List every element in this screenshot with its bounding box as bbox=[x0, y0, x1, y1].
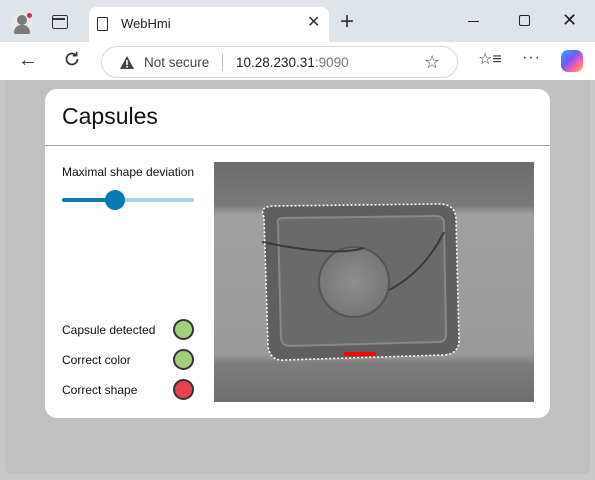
shape-deviation-slider[interactable] bbox=[62, 189, 194, 211]
status-label: Capsule detected bbox=[62, 323, 156, 337]
reload-button[interactable] bbox=[63, 50, 81, 68]
url-host: 10.28.230.31 bbox=[236, 55, 315, 70]
favorites-icon[interactable]: ☆≡ bbox=[478, 51, 502, 69]
url-text[interactable]: 10.28.230.31:9090 bbox=[236, 55, 349, 70]
copilot-icon[interactable] bbox=[561, 50, 583, 72]
more-menu-icon[interactable]: ··· bbox=[522, 49, 541, 67]
tab-title: WebHmi bbox=[121, 16, 171, 31]
favorite-star-icon[interactable]: ☆ bbox=[424, 52, 440, 72]
slider-thumb[interactable] bbox=[105, 190, 125, 210]
tab-close-icon[interactable]: ✕ bbox=[307, 13, 320, 33]
tab-actions-icon[interactable] bbox=[52, 15, 68, 29]
address-separator bbox=[222, 54, 223, 71]
capsules-card: Capsules Maximal shape deviation Capsule… bbox=[45, 89, 550, 418]
capsule-camera-view bbox=[214, 162, 534, 402]
back-button[interactable]: ← bbox=[18, 50, 38, 70]
browser-tab-webhmi[interactable]: WebHmi ✕ bbox=[89, 7, 329, 42]
not-secure-label[interactable]: Not secure bbox=[144, 55, 209, 70]
status-label: Correct shape bbox=[62, 383, 138, 397]
correct-shape-indicator bbox=[173, 379, 194, 400]
profile-avatar-icon[interactable] bbox=[11, 12, 33, 34]
card-divider bbox=[45, 145, 550, 146]
correct-color-indicator bbox=[173, 349, 194, 370]
slider-label: Maximal shape deviation bbox=[62, 165, 195, 179]
minimize-button[interactable] bbox=[468, 21, 479, 23]
warning-icon[interactable] bbox=[119, 55, 135, 70]
status-row-correct-shape: Correct shape bbox=[62, 379, 197, 401]
capsule-detected-indicator bbox=[173, 319, 194, 340]
url-port: :9090 bbox=[314, 55, 349, 70]
camera-image bbox=[214, 162, 534, 402]
status-row-capsule-detected: Capsule detected bbox=[62, 319, 197, 341]
new-tab-button[interactable]: + bbox=[340, 10, 354, 34]
status-row-correct-color: Correct color bbox=[62, 349, 197, 371]
window-close-button[interactable]: ✕ bbox=[562, 10, 577, 30]
page-title: Capsules bbox=[62, 103, 158, 129]
capsule-object bbox=[318, 246, 390, 318]
status-label: Correct color bbox=[62, 353, 131, 367]
notification-dot-icon bbox=[26, 12, 33, 19]
address-bar[interactable]: Not secure 10.28.230.31:9090 ☆ bbox=[101, 46, 458, 78]
browser-titlebar: WebHmi ✕ + ✕ bbox=[0, 0, 595, 42]
avatar-body bbox=[14, 25, 30, 34]
document-icon bbox=[97, 17, 108, 31]
page-viewport: Capsules Maximal shape deviation Capsule… bbox=[5, 80, 590, 474]
maximize-button[interactable] bbox=[519, 15, 530, 26]
shape-defect-marker bbox=[344, 352, 376, 356]
browser-navbar: ← Not secure 10.28.230.31:9090 ☆ ☆≡ ··· bbox=[0, 42, 595, 80]
